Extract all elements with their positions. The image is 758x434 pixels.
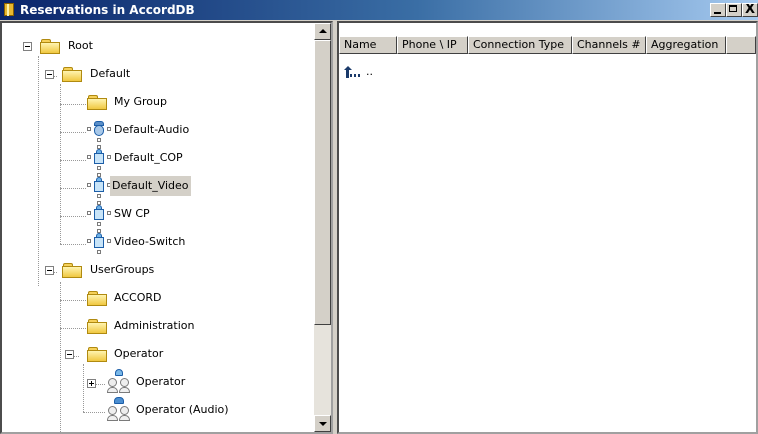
tree-node-operator-group[interactable]: Operator bbox=[2, 369, 302, 394]
collapse-icon[interactable] bbox=[23, 42, 32, 51]
audio-device-icon bbox=[86, 118, 112, 144]
tree-node-sw-cp[interactable]: SW CP bbox=[2, 201, 302, 226]
close-button[interactable]: X bbox=[742, 3, 758, 17]
column-header-aggregation[interactable]: Aggregation bbox=[646, 36, 726, 54]
tree-node-label: Operator (Audio) bbox=[136, 403, 229, 416]
tree-node-operator-audio[interactable]: Operator (Audio) bbox=[2, 397, 302, 422]
tree-node-label: Default bbox=[90, 67, 131, 80]
video-device-icon bbox=[86, 229, 112, 256]
operator-group-icon bbox=[106, 369, 132, 395]
tree-node-default-video[interactable]: Default_Video bbox=[2, 173, 302, 198]
tree-node-label: Operator bbox=[114, 347, 164, 360]
tree-node-accord[interactable]: ACCORD bbox=[2, 290, 302, 310]
collapse-icon[interactable] bbox=[45, 266, 54, 275]
list-pane[interactable]: Name Phone \ IP Connection Type Channels… bbox=[337, 21, 758, 434]
tree-pane[interactable]: Root Default My Group Default-Audio Defa… bbox=[0, 21, 333, 434]
title-bar[interactable]: Reservations in AccordDB X bbox=[0, 0, 758, 20]
tree-node-operator-folder[interactable]: Operator bbox=[2, 346, 302, 366]
tree-node-root[interactable]: Root bbox=[2, 38, 302, 58]
up-level-icon bbox=[344, 66, 364, 78]
tree-node-label: ACCORD bbox=[114, 291, 162, 304]
tree-node-label: Administration bbox=[114, 319, 195, 332]
column-header-extra bbox=[726, 36, 756, 54]
folder-icon bbox=[87, 291, 107, 306]
folder-icon bbox=[87, 95, 107, 110]
folder-icon bbox=[40, 39, 60, 54]
column-header-channels[interactable]: Channels # bbox=[572, 36, 646, 54]
video-device-icon bbox=[86, 201, 112, 228]
database-icon bbox=[4, 3, 14, 16]
tree-node-video-switch[interactable]: Video-Switch bbox=[2, 229, 302, 254]
tree-node-administration[interactable]: Administration bbox=[2, 318, 302, 338]
tree-node-label: My Group bbox=[114, 95, 167, 108]
tree-node-default-audio[interactable]: Default-Audio bbox=[2, 121, 302, 142]
tree-node-default-cop[interactable]: Default_COP bbox=[2, 145, 302, 170]
folder-icon bbox=[62, 263, 82, 278]
video-device-icon bbox=[86, 173, 112, 200]
list-item-label: .. bbox=[366, 65, 373, 78]
operator-group-audio-icon bbox=[106, 397, 132, 423]
folder-icon bbox=[87, 319, 107, 334]
scroll-down-button[interactable] bbox=[314, 415, 331, 432]
close-icon: X bbox=[745, 3, 756, 17]
minimize-button[interactable] bbox=[710, 3, 726, 17]
column-header-phone-ip[interactable]: Phone \ IP bbox=[397, 36, 468, 54]
tree-scrollbar[interactable] bbox=[314, 23, 331, 432]
tree-node-label: Default-Audio bbox=[114, 123, 190, 136]
column-header-connection-type[interactable]: Connection Type bbox=[468, 36, 572, 54]
tree-node-label: Video-Switch bbox=[114, 235, 186, 248]
folder-icon bbox=[62, 67, 82, 82]
tree-node-label: Operator bbox=[136, 375, 186, 388]
video-device-icon bbox=[86, 145, 112, 172]
tree-node-label: Default_Video bbox=[110, 176, 191, 196]
list-header: Name Phone \ IP Connection Type Channels… bbox=[339, 36, 756, 54]
scroll-up-button[interactable] bbox=[314, 23, 331, 40]
scroll-thumb[interactable] bbox=[314, 40, 331, 325]
tree-node-label: UserGroups bbox=[90, 263, 155, 276]
tree-node-label: SW CP bbox=[114, 207, 150, 220]
tree-node-label: Root bbox=[68, 39, 93, 52]
tree-node-my-group[interactable]: My Group bbox=[2, 94, 302, 114]
expand-icon[interactable] bbox=[87, 379, 96, 388]
tree-node-usergroups[interactable]: UserGroups bbox=[2, 262, 302, 282]
maximize-button[interactable] bbox=[726, 3, 742, 17]
column-header-name[interactable]: Name bbox=[339, 36, 397, 54]
collapse-icon[interactable] bbox=[65, 350, 74, 359]
collapse-icon[interactable] bbox=[45, 70, 54, 79]
folder-icon bbox=[87, 347, 107, 362]
window-title: Reservations in AccordDB bbox=[20, 3, 195, 17]
tree-node-default[interactable]: Default bbox=[2, 66, 302, 86]
tree-node-label: Default_COP bbox=[114, 151, 183, 164]
